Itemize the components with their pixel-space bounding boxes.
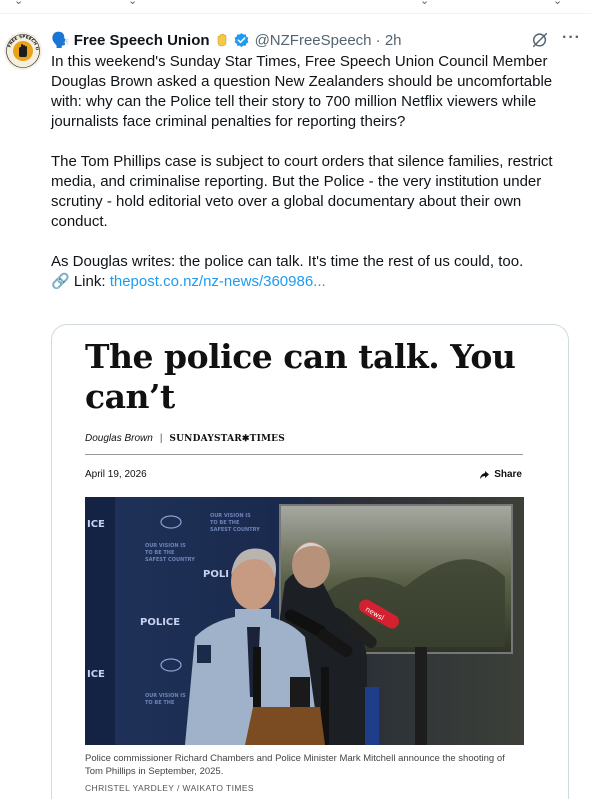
svg-text:POLI: POLI (203, 569, 229, 580)
photo-caption: Police commissioner Richard Chambers and… (85, 753, 505, 777)
svg-text:SAFEST COUNTRY: SAFEST COUNTRY (145, 557, 195, 563)
share-icon[interactable]: ⌄ (553, 0, 565, 7)
svg-text:OUR VISION IS: OUR VISION IS (145, 693, 186, 699)
tweet[interactable]: FREE SPEECH UNION 🗣️ Free Speech Union @… (0, 15, 591, 799)
handle-and-time[interactable]: @NZFreeSpeech · 2h (255, 32, 402, 49)
svg-text:TO BE THE: TO BE THE (210, 520, 240, 526)
svg-text:OUR VISION IS: OUR VISION IS (210, 513, 251, 519)
article-author: Douglas Brown (85, 433, 153, 444)
reply-icon[interactable]: ⌄ (14, 0, 26, 7)
speaking-head-emoji: 🗣️ (51, 32, 70, 49)
retweet-icon[interactable]: ⌄ (128, 0, 140, 7)
svg-text:OUR VISION IS: OUR VISION IS (145, 543, 186, 549)
svg-text:ICE: ICE (87, 669, 105, 680)
share-button[interactable]: Share (480, 469, 522, 480)
svg-text:POLICE: POLICE (140, 617, 180, 628)
avatar[interactable]: FREE SPEECH UNION (4, 32, 42, 70)
tweet-header: 🗣️ Free Speech Union @NZFreeSpeech · 2h … (51, 29, 581, 51)
more-icon[interactable]: ··· (562, 29, 581, 47)
divider (85, 454, 523, 455)
verified-badge-icon[interactable] (233, 32, 250, 49)
link-prefix: 🔗 Link: (51, 273, 110, 290)
tweet-paragraph: In this weekend's Sunday Star Times, Fre… (51, 53, 553, 130)
byline: Douglas Brown | SUNDAYSTAR✱TIMES (85, 433, 285, 444)
article-link[interactable]: thepost.co.nz/nz-news/360986... (110, 273, 326, 290)
raised-fist-icon (217, 33, 226, 47)
link-line: 🔗 Link: thepost.co.nz/nz-news/360986... (51, 272, 581, 292)
svg-text:SAFEST COUNTRY: SAFEST COUNTRY (210, 527, 260, 533)
article-headline: The police can talk. You can’t (85, 337, 516, 416)
bookmark-icon[interactable]: ⌄ (420, 0, 432, 7)
author-name[interactable]: Free Speech Union (74, 32, 210, 49)
article-photo: OUR VISION IS TO BE THE SAFEST COUNTRY O… (85, 497, 524, 745)
grok-icon[interactable] (531, 31, 549, 49)
svg-text:ICE: ICE (87, 519, 105, 530)
article-date: April 19, 2026 (85, 469, 147, 480)
previous-tweet-actions: ⌄ ⌄ ⌄ ⌄ (0, 0, 591, 14)
photo-credit: CHRISTEL YARDLEY / WAIKATO TIMES (85, 783, 254, 793)
svg-text:TO BE THE: TO BE THE (145, 550, 175, 556)
publication-name: SUNDAYSTAR✱TIMES (169, 433, 285, 444)
tweet-paragraph: The Tom Phillips case is subject to cour… (51, 153, 553, 230)
share-label: Share (494, 469, 522, 480)
tweet-text: In this weekend's Sunday Star Times, Fre… (51, 52, 581, 292)
tweet-paragraph: As Douglas writes: the police can talk. … (51, 253, 524, 270)
share-icon (480, 470, 490, 479)
link-preview-card[interactable]: The police can talk. You can’t Douglas B… (51, 324, 569, 799)
svg-text:TO BE THE: TO BE THE (145, 700, 175, 706)
byline-separator: | (159, 433, 163, 444)
